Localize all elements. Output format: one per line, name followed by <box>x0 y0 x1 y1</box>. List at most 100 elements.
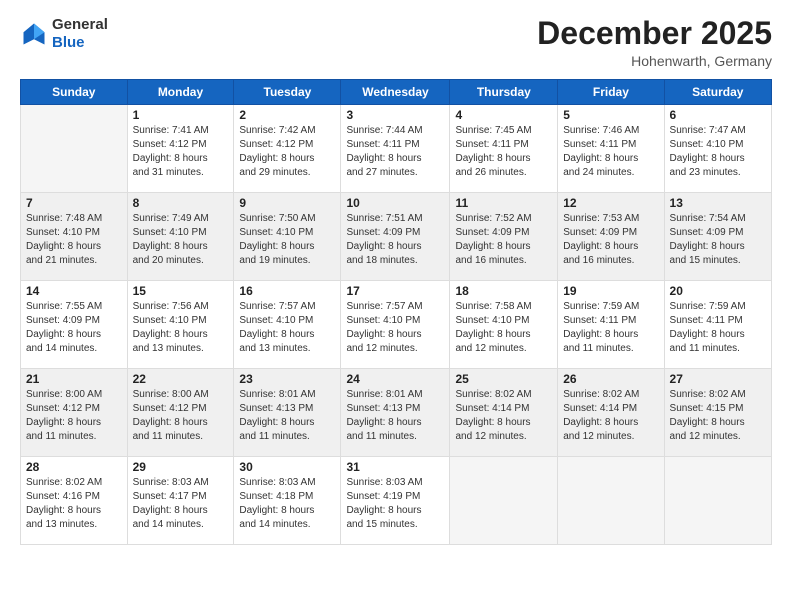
title-block: December 2025 Hohenwarth, Germany <box>537 16 772 69</box>
calendar-table: Sunday Monday Tuesday Wednesday Thursday… <box>20 79 772 545</box>
page: General Blue December 2025 Hohenwarth, G… <box>0 0 792 612</box>
day-number: 10 <box>346 196 444 210</box>
table-row: 29Sunrise: 8:03 AMSunset: 4:17 PMDayligh… <box>127 457 234 545</box>
day-info: Sunrise: 7:44 AMSunset: 4:11 PMDaylight:… <box>346 124 444 180</box>
table-row: 21 Sunrise: 8:00 AMSunset: 4:12 PMDayligh… <box>21 369 128 457</box>
day-number: 6 <box>670 108 766 122</box>
location-subtitle: Hohenwarth, Germany <box>537 53 772 69</box>
table-row: 3Sunrise: 7:44 AMSunset: 4:11 PMDaylight… <box>341 105 450 193</box>
day-number: 22 <box>133 372 229 386</box>
day-number: 14 <box>26 284 122 298</box>
table-row: 12Sunrise: 7:53 AMSunset: 4:09 PMDayligh… <box>558 193 664 281</box>
table-row <box>558 457 664 545</box>
table-row: 6Sunrise: 7:47 AMSunset: 4:10 PMDaylight… <box>664 105 771 193</box>
day-number: 30 <box>239 460 335 474</box>
day-number: 2 <box>239 108 335 122</box>
day-number: 17 <box>346 284 444 298</box>
day-info: Sunrise: 8:00 AMSunset: 4:12 PMDaylight:… <box>26 388 122 444</box>
day-info: Sunrise: 7:58 AMSunset: 4:10 PMDaylight:… <box>455 300 552 356</box>
calendar-week-row: 28 Sunrise: 8:02 AMSunset: 4:16 PMDayligh… <box>21 457 772 545</box>
table-row: 4Sunrise: 7:45 AMSunset: 4:11 PMDaylight… <box>450 105 558 193</box>
day-info: Sunrise: 8:02 AMSunset: 4:16 PMDaylight:… <box>26 476 122 532</box>
table-row <box>664 457 771 545</box>
day-number: 28 <box>26 460 122 474</box>
table-row: 17 Sunrise: 7:57 AMSunset: 4:10 PMDayligh… <box>341 281 450 369</box>
table-row: 24 Sunrise: 8:01 AMSunset: 4:13 PMDayligh… <box>341 369 450 457</box>
day-info: Sunrise: 7:55 AMSunset: 4:09 PMDaylight:… <box>26 300 122 356</box>
table-row: 13 Sunrise: 7:54 AMSunset: 4:09 PMDayligh… <box>664 193 771 281</box>
day-number: 13 <box>670 196 766 210</box>
day-number: 11 <box>455 196 552 210</box>
day-number: 21 <box>26 372 122 386</box>
col-wednesday: Wednesday <box>341 80 450 105</box>
day-number: 31 <box>346 460 444 474</box>
table-row: 16 Sunrise: 7:57 AMSunset: 4:10 PMDayligh… <box>234 281 341 369</box>
day-info: Sunrise: 8:01 AMSunset: 4:13 PMDaylight:… <box>239 388 335 444</box>
day-info: Sunrise: 7:46 AMSunset: 4:11 PMDaylight:… <box>563 124 658 180</box>
day-info: Sunrise: 7:50 AMSunset: 4:10 PMDaylight:… <box>239 212 335 268</box>
day-info: Sunrise: 7:57 AMSunset: 4:10 PMDaylight:… <box>239 300 335 356</box>
col-sunday: Sunday <box>21 80 128 105</box>
day-number: 9 <box>239 196 335 210</box>
logo: General Blue <box>20 16 108 52</box>
day-info: Sunrise: 7:54 AMSunset: 4:09 PMDaylight:… <box>670 212 766 268</box>
table-row: 8 Sunrise: 7:49 AMSunset: 4:10 PMDaylight… <box>127 193 234 281</box>
day-info: Sunrise: 7:57 AMSunset: 4:10 PMDaylight:… <box>346 300 444 356</box>
day-info: Sunrise: 8:03 AMSunset: 4:17 PMDaylight:… <box>133 476 229 532</box>
day-info: Sunrise: 8:00 AMSunset: 4:12 PMDaylight:… <box>133 388 229 444</box>
table-row: 20 Sunrise: 7:59 AMSunset: 4:11 PMDayligh… <box>664 281 771 369</box>
day-number: 26 <box>563 372 658 386</box>
table-row: 26 Sunrise: 8:02 AMSunset: 4:14 PMDayligh… <box>558 369 664 457</box>
table-row: 23 Sunrise: 8:01 AMSunset: 4:13 PMDayligh… <box>234 369 341 457</box>
day-number: 24 <box>346 372 444 386</box>
col-tuesday: Tuesday <box>234 80 341 105</box>
table-row: 1 Sunrise: 7:41 AMSunset: 4:12 PMDaylight… <box>127 105 234 193</box>
day-info: Sunrise: 7:52 AMSunset: 4:09 PMDaylight:… <box>455 212 552 268</box>
day-number: 12 <box>563 196 658 210</box>
day-number: 4 <box>455 108 552 122</box>
day-number: 19 <box>563 284 658 298</box>
day-info: Sunrise: 8:02 AMSunset: 4:14 PMDaylight:… <box>563 388 658 444</box>
table-row: 9 Sunrise: 7:50 AMSunset: 4:10 PMDaylight… <box>234 193 341 281</box>
calendar-week-row: 1 Sunrise: 7:41 AMSunset: 4:12 PMDaylight… <box>21 105 772 193</box>
month-title: December 2025 <box>537 16 772 51</box>
col-saturday: Saturday <box>664 80 771 105</box>
logo-text: General Blue <box>52 16 108 52</box>
day-number: 1 <box>133 108 229 122</box>
day-number: 25 <box>455 372 552 386</box>
calendar-header-row: Sunday Monday Tuesday Wednesday Thursday… <box>21 80 772 105</box>
table-row: 22 Sunrise: 8:00 AMSunset: 4:12 PMDayligh… <box>127 369 234 457</box>
day-number: 15 <box>133 284 229 298</box>
day-info: Sunrise: 7:48 AMSunset: 4:10 PMDaylight:… <box>26 212 122 268</box>
day-info: Sunrise: 7:41 AMSunset: 4:12 PMDaylight:… <box>133 124 229 180</box>
table-row: 2 Sunrise: 7:42 AMSunset: 4:12 PMDaylight… <box>234 105 341 193</box>
col-thursday: Thursday <box>450 80 558 105</box>
table-row <box>450 457 558 545</box>
day-number: 23 <box>239 372 335 386</box>
logo-icon <box>20 20 48 48</box>
day-number: 18 <box>455 284 552 298</box>
logo-line1: General <box>52 16 108 33</box>
day-info: Sunrise: 7:51 AMSunset: 4:09 PMDaylight:… <box>346 212 444 268</box>
table-row: 14 Sunrise: 7:55 AMSunset: 4:09 PMDayligh… <box>21 281 128 369</box>
table-row: 7Sunrise: 7:48 AMSunset: 4:10 PMDaylight… <box>21 193 128 281</box>
table-row: 18 Sunrise: 7:58 AMSunset: 4:10 PMDayligh… <box>450 281 558 369</box>
day-info: Sunrise: 7:42 AMSunset: 4:12 PMDaylight:… <box>239 124 335 180</box>
table-row: 5Sunrise: 7:46 AMSunset: 4:11 PMDaylight… <box>558 105 664 193</box>
day-info: Sunrise: 7:49 AMSunset: 4:10 PMDaylight:… <box>133 212 229 268</box>
day-number: 16 <box>239 284 335 298</box>
table-row <box>21 105 128 193</box>
day-info: Sunrise: 7:59 AMSunset: 4:11 PMDaylight:… <box>670 300 766 356</box>
day-number: 20 <box>670 284 766 298</box>
day-number: 8 <box>133 196 229 210</box>
col-monday: Monday <box>127 80 234 105</box>
day-number: 27 <box>670 372 766 386</box>
table-row: 25Sunrise: 8:02 AMSunset: 4:14 PMDayligh… <box>450 369 558 457</box>
day-info: Sunrise: 8:01 AMSunset: 4:13 PMDaylight:… <box>346 388 444 444</box>
calendar-week-row: 7Sunrise: 7:48 AMSunset: 4:10 PMDaylight… <box>21 193 772 281</box>
table-row: 11 Sunrise: 7:52 AMSunset: 4:09 PMDayligh… <box>450 193 558 281</box>
day-info: Sunrise: 7:56 AMSunset: 4:10 PMDaylight:… <box>133 300 229 356</box>
calendar-week-row: 14 Sunrise: 7:55 AMSunset: 4:09 PMDayligh… <box>21 281 772 369</box>
day-info: Sunrise: 8:02 AMSunset: 4:15 PMDaylight:… <box>670 388 766 444</box>
col-friday: Friday <box>558 80 664 105</box>
